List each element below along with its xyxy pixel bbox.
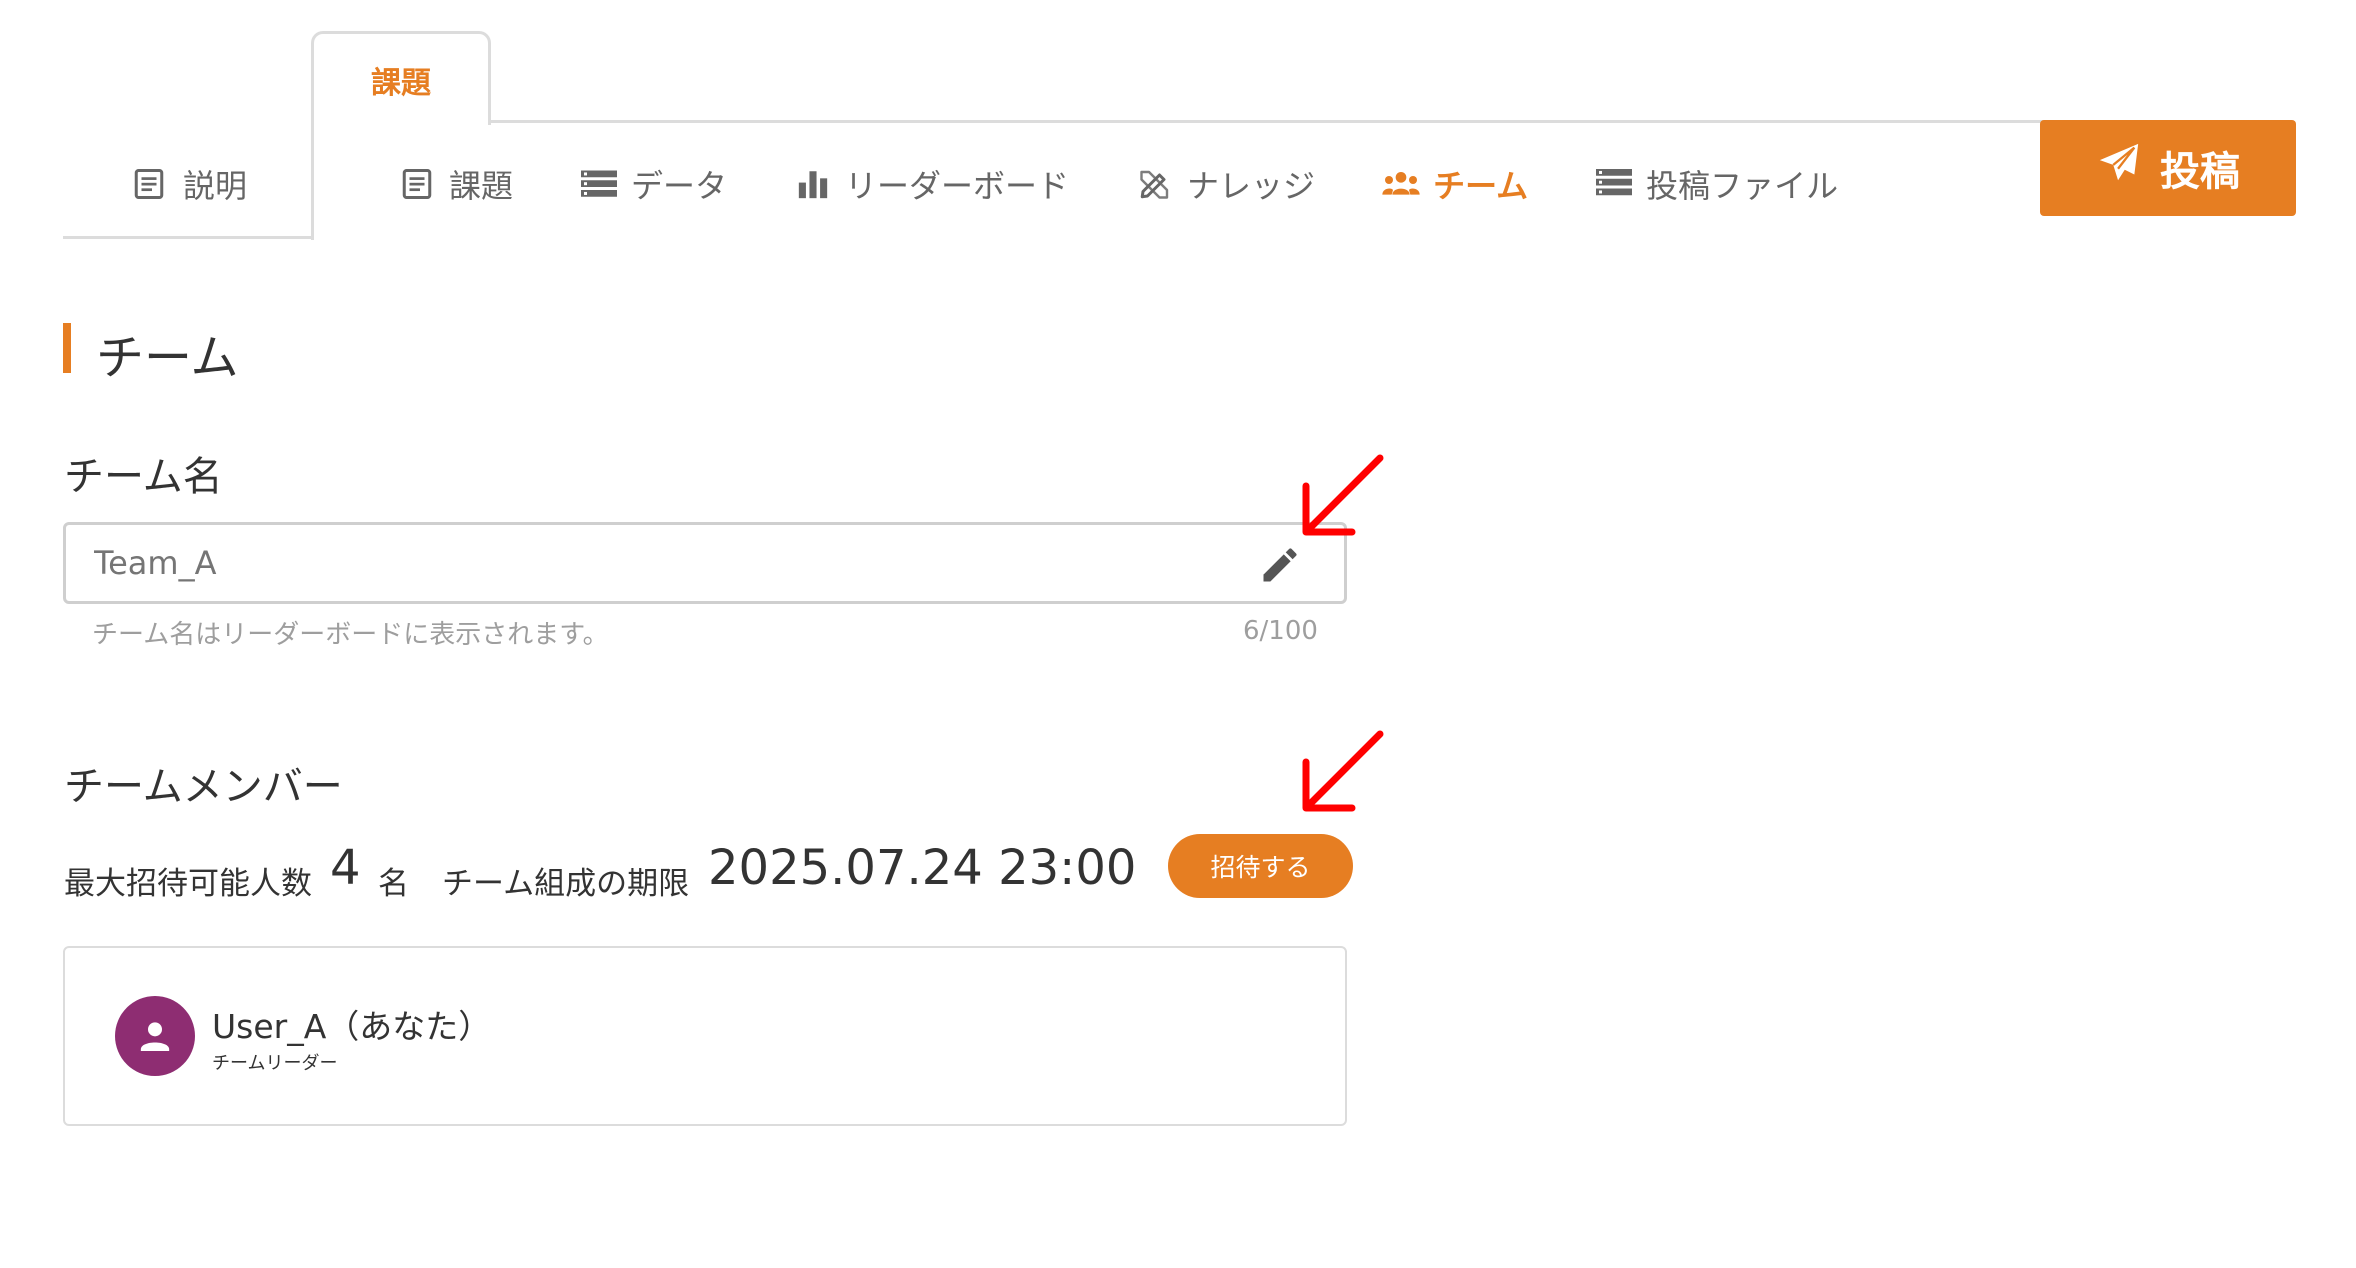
- member-role: チームリーダー: [212, 1053, 338, 1074]
- team-members-label: チームメンバー: [64, 764, 343, 810]
- team-name-field: [63, 522, 1347, 604]
- submit-button-label: 投稿: [2160, 149, 2240, 195]
- avatar: [115, 996, 195, 1076]
- tab-explain[interactable]: 説明: [63, 132, 313, 239]
- subnav-item-data[interactable]: データ: [579, 161, 727, 207]
- subnav-item-task[interactable]: 課題: [397, 161, 513, 207]
- paper-plane-icon: [2096, 140, 2142, 196]
- subnav-item-submissions[interactable]: 投稿ファイル: [1594, 161, 1838, 207]
- subnav-item-leaderboard[interactable]: リーダーボード: [793, 161, 1069, 207]
- max-invite-unit: 名: [378, 866, 409, 902]
- document-icon: [397, 164, 437, 204]
- person-icon: [140, 1022, 170, 1051]
- subnav-item-label: 投稿ファイル: [1646, 167, 1839, 205]
- page-title: チーム: [96, 330, 239, 386]
- server-list-icon: [1594, 164, 1634, 204]
- subnav-item-label: チーム: [1433, 167, 1529, 205]
- team-name-label: チーム名: [64, 454, 223, 500]
- subnav-item-knowledge[interactable]: ナレッジ: [1135, 161, 1315, 207]
- users-icon: [1381, 164, 1421, 204]
- max-invite-value: 4: [330, 840, 361, 896]
- annotation-arrow-icon: [1302, 730, 1384, 812]
- document-icon: [129, 164, 169, 204]
- subnav-item-label: データ: [631, 167, 728, 205]
- database-icon: [579, 164, 619, 204]
- team-name-input[interactable]: [66, 525, 1344, 601]
- pencil-icon[interactable]: [1258, 543, 1302, 587]
- member-name: User_A（あなた）: [212, 1007, 492, 1046]
- bar-chart-icon: [793, 164, 833, 204]
- tab-task-label: 課題: [371, 65, 431, 101]
- subnav-item-label: リーダーボード: [845, 167, 1070, 205]
- subnav-item-team[interactable]: チーム: [1381, 161, 1528, 207]
- annotation-arrow-icon: [1302, 454, 1384, 536]
- section-accent-bar: [63, 323, 71, 373]
- submit-button[interactable]: 投稿: [2040, 120, 2296, 216]
- tab-divider: [311, 122, 314, 240]
- deadline-value: 2025.07.24 23:00: [708, 840, 1137, 896]
- sub-navigation: 課題 データ リーダーボード ナレッジ チーム 投稿ファイル: [397, 156, 1838, 212]
- tab-task[interactable]: 課題: [311, 31, 491, 125]
- subnav-item-label: ナレッジ: [1187, 167, 1316, 205]
- character-counter: 6/100: [1243, 616, 1318, 646]
- invite-button[interactable]: 招待する: [1168, 834, 1353, 898]
- tab-divider: [490, 120, 2050, 123]
- member-list-item: User_A（あなた） チームリーダー: [63, 946, 1347, 1126]
- max-invite-label: 最大招待可能人数: [64, 866, 312, 902]
- subnav-item-label: 課題: [449, 167, 514, 205]
- tab-explain-label: 説明: [182, 167, 247, 205]
- deadline-label: チーム組成の期限: [442, 866, 690, 902]
- team-name-hint: チーム名はリーダーボードに表示されます。: [92, 620, 609, 650]
- pencil-ruler-icon: [1135, 164, 1175, 204]
